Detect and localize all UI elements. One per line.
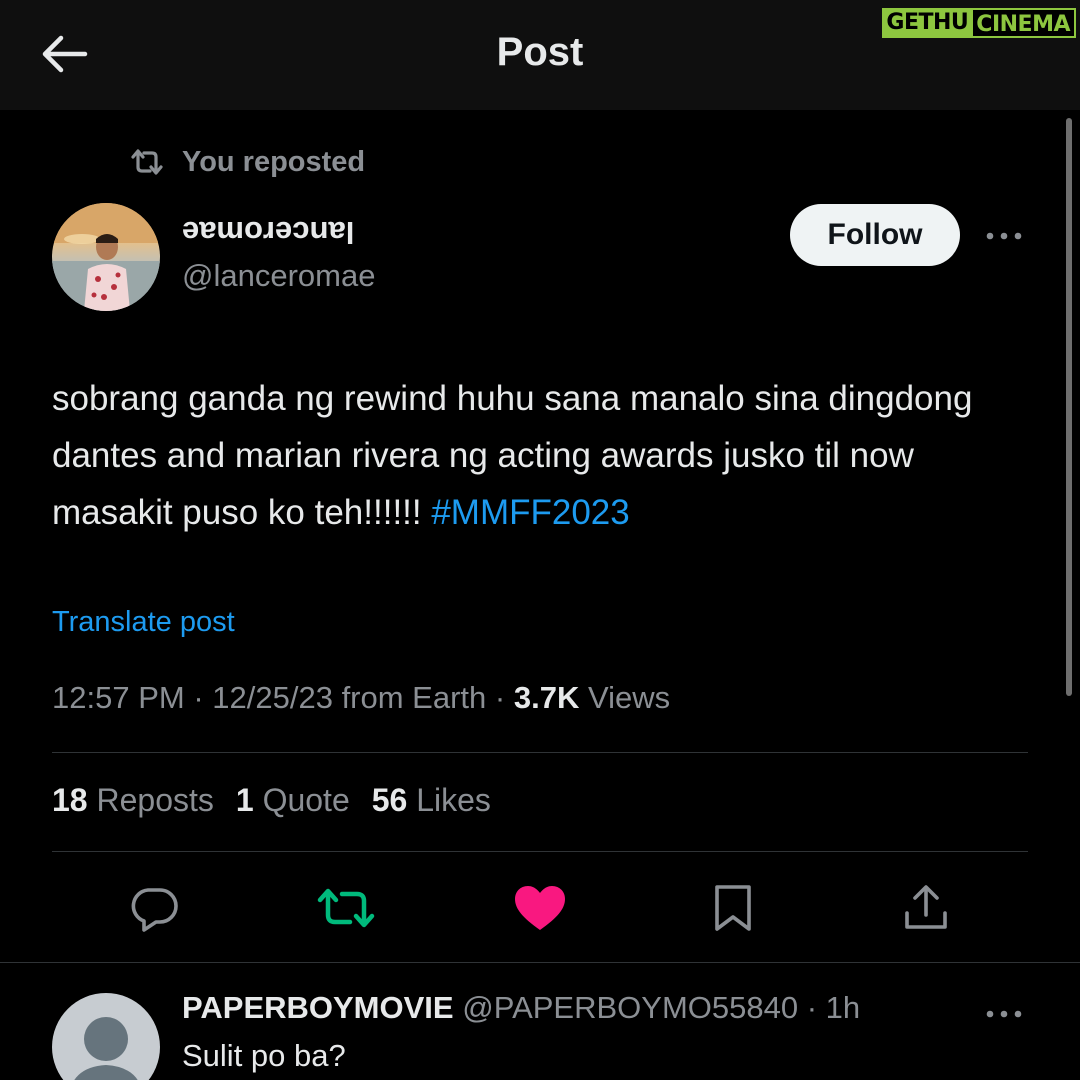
action-bar (0, 878, 1080, 938)
post-meta: 12:57 PM · 12/25/23 from Earth · 3.7K Vi… (52, 680, 671, 715)
bookmark-button[interactable] (703, 878, 763, 938)
top-bar: Post GETHU CINEMA (0, 0, 1080, 110)
reply-button[interactable] (124, 878, 184, 938)
reply-header: PAPERBOYMOVIE @PAPERBOYMO55840 · 1h (182, 990, 861, 1025)
share-icon (905, 885, 947, 929)
bookmark-icon (715, 885, 751, 931)
reposts-label: Reposts (96, 782, 214, 818)
post-time[interactable]: 12:57 PM (52, 680, 185, 715)
reposts-stat[interactable]: 18 Reposts (52, 782, 214, 819)
reply-icon (131, 888, 178, 932)
more-options-button[interactable] (984, 216, 1024, 256)
repost-icon (131, 149, 163, 175)
translate-post-link[interactable]: Translate post (52, 606, 235, 639)
reply-avatar[interactable] (52, 993, 160, 1080)
post-text: sobrang ganda ng rewind huhu sana manalo… (52, 370, 1042, 541)
share-button[interactable] (896, 878, 956, 938)
heart-icon (515, 886, 565, 930)
avatar-photo (52, 203, 160, 311)
reposts-count: 18 (52, 782, 88, 818)
repost-icon (317, 888, 375, 928)
quotes-stat[interactable]: 1 Quote (236, 782, 350, 819)
more-horizontal-icon (986, 232, 1022, 240)
post-stats: 18 Reposts 1 Quote 56 Likes (52, 782, 491, 819)
reply-more-options-button[interactable] (984, 994, 1024, 1034)
quotes-label: Quote (262, 782, 350, 818)
views-label: Views (587, 680, 671, 715)
author-handle[interactable]: @lanceromae (182, 258, 375, 294)
likes-stat[interactable]: 56 Likes (372, 782, 491, 819)
post-date[interactable]: 12/25/23 (212, 680, 333, 715)
more-horizontal-icon (986, 1010, 1022, 1018)
scrollbar[interactable] (1066, 118, 1072, 696)
views-count: 3.7K (513, 680, 580, 715)
post-source: from Earth (341, 680, 487, 715)
follow-button[interactable]: Follow (790, 204, 960, 266)
reply-author-handle[interactable]: @PAPERBOYMO55840 (462, 990, 798, 1025)
repost-context-label: You reposted (182, 145, 366, 178)
watermark-part-1: GETHU (882, 8, 972, 38)
like-button[interactable] (510, 878, 570, 938)
divider (52, 752, 1028, 753)
reply-text: Sulit po ba? (182, 1038, 346, 1073)
repost-button[interactable] (316, 878, 376, 938)
quotes-count: 1 (235, 782, 254, 818)
reply-time[interactable]: 1h (826, 990, 860, 1025)
watermark-logo: GETHU CINEMA (882, 8, 1076, 38)
likes-count: 56 (371, 782, 408, 818)
reply-author-name[interactable]: PAPERBOYMOVIE (182, 990, 454, 1025)
watermark-part-2: CINEMA (971, 8, 1076, 38)
divider (0, 962, 1080, 963)
author-avatar[interactable] (52, 203, 160, 311)
hashtag-link[interactable]: #MMFF2023 (431, 493, 629, 532)
author-display-name[interactable]: lanceromae (182, 214, 354, 250)
likes-label: Likes (416, 782, 491, 818)
default-avatar-icon (74, 1017, 138, 1080)
repost-context: You reposted (130, 140, 365, 184)
divider (52, 851, 1028, 852)
